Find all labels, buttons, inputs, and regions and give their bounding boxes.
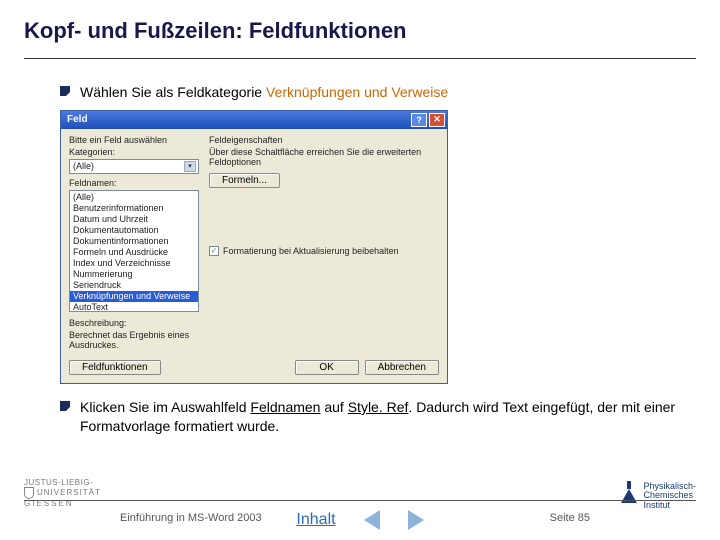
page-number: Seite 85: [550, 512, 590, 524]
help-icon[interactable]: ?: [411, 113, 427, 127]
fieldnames-listbox[interactable]: (Alle) Benutzerinformationen Datum und U…: [69, 190, 199, 312]
field-properties-hint: Über diese Schaltfläche erreichen Sie di…: [209, 147, 439, 167]
list-item-selected[interactable]: Verknüpfungen und Verweise: [70, 291, 198, 302]
list-item[interactable]: Index und Verzeichnisse: [70, 258, 198, 269]
bullet-1-accent: Verknüpfungen und Verweise: [266, 84, 448, 100]
preserve-format-checkbox[interactable]: ✓ Formatierung bei Aktualisierung beibeh…: [209, 246, 439, 256]
cancel-button[interactable]: Abbrechen: [365, 360, 439, 375]
flask-icon: [621, 489, 637, 503]
next-arrow-icon[interactable]: [408, 510, 424, 530]
categories-combo[interactable]: (Alle) ▾: [69, 159, 199, 174]
b2-styleref: Style. Ref: [348, 399, 409, 415]
shield-icon: [24, 487, 34, 499]
b2-fieldnames: Feldnamen: [250, 399, 320, 415]
toc-link[interactable]: Inhalt: [296, 511, 335, 529]
slide-title: Kopf- und Fußzeilen: Feldfunktionen: [0, 0, 720, 52]
field-functions-button[interactable]: Feldfunktionen: [69, 360, 161, 375]
field-dialog: Feld ? ✕ Bitte ein Feld auswählen Katego…: [60, 110, 448, 384]
bullet-1-prefix: Wählen Sie als Feldkategorie: [80, 84, 266, 100]
list-item[interactable]: Nummerierung: [70, 269, 198, 280]
list-item[interactable]: Seriendruck: [70, 280, 198, 291]
slide-footer: JUSTUS-LIEBIG- UNIVERSITÄT GIESSEN Physi…: [0, 460, 720, 540]
institute-logo: Physikalisch- Chemisches Institut: [621, 482, 696, 510]
description-text: Berechnet das Ergebnis eines Ausdruckes.: [69, 330, 199, 350]
content-area: Wählen Sie als Feldkategorie Verknüpfung…: [0, 59, 720, 436]
b2-b: auf: [320, 399, 347, 415]
bullet-icon: [60, 401, 70, 411]
dialog-screenshot: Feld ? ✕ Bitte ein Feld auswählen Katego…: [60, 110, 696, 384]
prev-arrow-icon[interactable]: [364, 510, 380, 530]
dialog-titlebar[interactable]: Feld ? ✕: [61, 111, 447, 129]
checkbox-icon: ✓: [209, 246, 219, 256]
uni-line2: UNIVERSITÄT: [37, 488, 101, 497]
list-item[interactable]: AutoText: [70, 302, 198, 312]
inst-line3: Institut: [643, 501, 696, 510]
bullet-icon: [60, 86, 70, 96]
list-item[interactable]: Dokumentinformationen: [70, 236, 198, 247]
formula-button[interactable]: Formeln...: [209, 173, 280, 188]
description-label: Beschreibung:: [69, 318, 199, 328]
dialog-title: Feld: [67, 114, 88, 125]
select-field-label: Bitte ein Feld auswählen: [69, 135, 199, 145]
list-item[interactable]: Datum und Uhrzeit: [70, 214, 198, 225]
checkbox-label: Formatierung bei Aktualisierung beibehal…: [223, 246, 399, 256]
bullet-2-text: Klicken Sie im Auswahlfeld Feldnamen auf…: [80, 398, 696, 436]
b2-a: Klicken Sie im Auswahlfeld: [80, 399, 250, 415]
university-logo: JUSTUS-LIEBIG- UNIVERSITÄT GIESSEN: [24, 478, 101, 508]
list-item[interactable]: Benutzerinformationen: [70, 203, 198, 214]
footer-rule: [24, 500, 696, 501]
categories-label: Kategorien:: [69, 147, 199, 157]
combo-value: (Alle): [73, 161, 94, 171]
bullet-1: Wählen Sie als Feldkategorie Verknüpfung…: [60, 83, 696, 102]
chevron-down-icon[interactable]: ▾: [184, 161, 196, 172]
list-item[interactable]: Formeln und Ausdrücke: [70, 247, 198, 258]
field-properties-label: Feldeigenschaften: [209, 135, 439, 145]
fieldnames-label: Feldnamen:: [69, 178, 199, 188]
bullet-1-text: Wählen Sie als Feldkategorie Verknüpfung…: [80, 83, 448, 102]
uni-line1: JUSTUS-LIEBIG-: [24, 478, 101, 487]
list-item[interactable]: (Alle): [70, 192, 198, 203]
close-icon[interactable]: ✕: [429, 113, 445, 127]
bullet-2: Klicken Sie im Auswahlfeld Feldnamen auf…: [60, 398, 696, 436]
ok-button[interactable]: OK: [295, 360, 359, 375]
list-item[interactable]: Dokumentautomation: [70, 225, 198, 236]
